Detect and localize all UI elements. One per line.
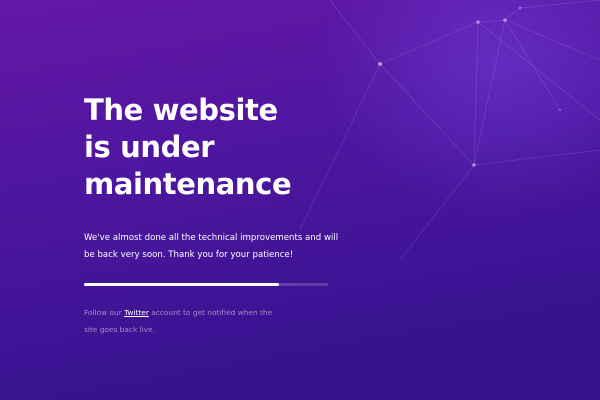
page-title: The website is under maintenance (84, 92, 344, 203)
progress-bar-fill (84, 283, 280, 286)
notify-prefix: Follow our (84, 308, 125, 317)
twitter-link[interactable]: Twitter (124, 308, 149, 317)
maintenance-description: We've almost done all the technical impr… (84, 233, 339, 260)
progress-bar (84, 283, 328, 286)
title-line-3: maintenance (84, 167, 292, 201)
title-line-1: The website (84, 93, 278, 127)
title-line-2: is under (84, 130, 215, 164)
maintenance-content: The website is under maintenance We've a… (84, 92, 344, 338)
notify-text: Follow our Twitter account to get notifi… (84, 305, 284, 338)
